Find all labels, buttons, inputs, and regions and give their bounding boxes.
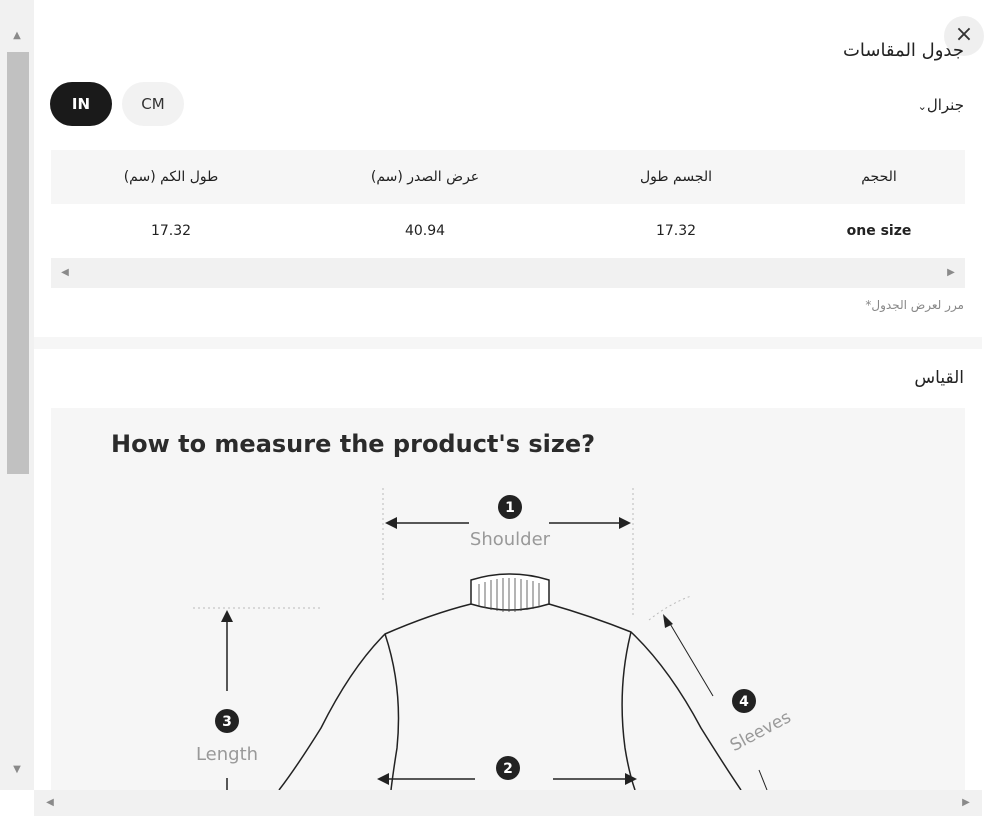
table-row: 17.32 40.94 17.32 one size (51, 204, 965, 258)
unit-in-button[interactable]: IN (50, 82, 112, 126)
scroll-down-arrow-icon[interactable]: ▼ (0, 756, 34, 784)
horizontal-scrollbar[interactable]: ◀ ▶ (34, 790, 982, 816)
shoulder-label: Shoulder (470, 529, 551, 550)
header-chest-width: عرض الصدر (سم) (370, 169, 480, 185)
length-label: Length (196, 744, 258, 765)
scroll-left-arrow-icon[interactable]: ◀ (38, 790, 62, 816)
table-horizontal-scrollbar[interactable]: ◀ ▶ (51, 258, 965, 288)
table-scroll-right-icon[interactable]: ▶ (941, 258, 961, 288)
header-sleeve-length: طول الكم (سم) (123, 169, 219, 185)
marker-1-text: 1 (505, 500, 515, 516)
sleeves-label: Sleeves (727, 707, 795, 756)
cell-body-length: 17.32 (655, 223, 697, 239)
region-dropdown[interactable]: ⌄جنرال (915, 96, 964, 114)
unit-cm-button[interactable]: CM (122, 82, 184, 126)
header-body-length: الجسم طول (640, 169, 712, 185)
chevron-down-icon: ⌄ (917, 100, 927, 113)
marker-4-text: 4 (739, 694, 749, 710)
marker-3-text: 3 (222, 714, 232, 730)
region-label: جنرال (926, 96, 964, 114)
table-header-row: طول الكم (سم) عرض الصدر (سم) الجسم طول ا… (51, 150, 965, 204)
vertical-scrollbar[interactable]: ▲ ▼ (0, 0, 34, 790)
scroll-up-arrow-icon[interactable]: ▲ (0, 22, 34, 50)
marker-2-text: 2 (503, 761, 513, 777)
cell-chest-width: 40.94 (404, 223, 446, 239)
table-scroll-left-icon[interactable]: ◀ (55, 258, 75, 288)
size-chart-title: جدول المقاسات (842, 40, 964, 61)
measurement-title: القياس (914, 368, 964, 388)
sweater-illustration: 1 Shoulder 3 Length 2 4 Sleeves (193, 488, 795, 790)
cell-size: one size (846, 223, 912, 239)
vertical-scroll-thumb[interactable] (7, 52, 29, 474)
section-divider (34, 337, 982, 349)
scroll-right-arrow-icon[interactable]: ▶ (954, 790, 978, 816)
measurement-diagram: How to measure the product's size? 1 Sho… (51, 408, 965, 790)
cell-sleeve-length: 17.32 (150, 223, 192, 239)
header-size: الحجم (861, 169, 897, 185)
scroll-hint-note: *مرر لعرض الجدول (865, 298, 964, 312)
